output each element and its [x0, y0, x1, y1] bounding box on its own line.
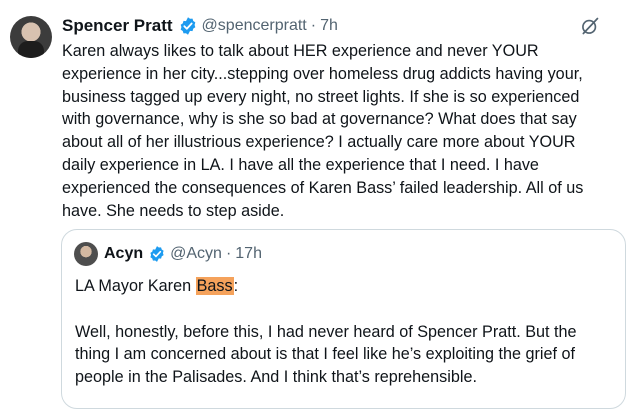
- quoted-post-header: Acyn @Acyn · 17h: [104, 242, 262, 266]
- separator-dot: ·: [225, 245, 232, 262]
- post-time[interactable]: 7h: [320, 14, 338, 38]
- quoted-first-line: LA Mayor Karen Bass:: [75, 275, 620, 298]
- post-text-line: with governance, why is she so bad at go…: [62, 110, 577, 129]
- quoted-first-line-suffix: :: [233, 277, 239, 295]
- quoted-text-line: Well, honestly, before this, I had never…: [75, 322, 577, 341]
- post-text-line: about all of her illustrious experience?…: [62, 133, 576, 152]
- quoted-text-line: thing I am concerned about is that I fee…: [75, 345, 576, 364]
- post-text-line: Karen always likes to talk about HER exp…: [62, 42, 539, 60]
- post-header: Spencer Pratt @spencerpratt · 7h: [62, 14, 338, 38]
- post-text-line: experience in her city...stepping over h…: [62, 64, 583, 83]
- post-text: Karen always likes to talk about HER exp…: [62, 40, 622, 222]
- post-text-line: business tagged up every night, no stree…: [62, 87, 580, 106]
- quoted-first-line-prefix: LA Mayor Karen: [75, 277, 196, 295]
- post-text-line: daily experience in LA. I have all the e…: [62, 155, 539, 174]
- author-name[interactable]: Spencer Pratt: [62, 14, 173, 38]
- author-avatar[interactable]: [10, 16, 52, 58]
- quoted-post[interactable]: Acyn @Acyn · 17h LA Mayor Karen Bass: We…: [61, 229, 626, 409]
- verified-badge-icon: [180, 17, 195, 35]
- separator-dot: ·: [310, 17, 317, 34]
- author-handle[interactable]: @spencerpratt: [202, 14, 307, 38]
- quoted-post-time[interactable]: 17h: [235, 245, 262, 263]
- post-text-line: have. She needs to step aside.: [62, 201, 285, 220]
- quoted-author-avatar[interactable]: [74, 242, 98, 266]
- search-highlight: Bass: [195, 277, 234, 295]
- quoted-text-line: people in the Palisades. And I think tha…: [75, 368, 477, 387]
- quoted-author-name[interactable]: Acyn: [104, 245, 143, 263]
- quoted-post-text: LA Mayor Karen Bass: Well, honestly, bef…: [75, 275, 620, 389]
- quoted-author-handle[interactable]: @Acyn: [170, 245, 222, 263]
- post-text-line: experienced the consequences of Karen Ba…: [62, 178, 584, 197]
- verified-badge-icon: [150, 246, 164, 262]
- grok-icon[interactable]: [580, 16, 600, 36]
